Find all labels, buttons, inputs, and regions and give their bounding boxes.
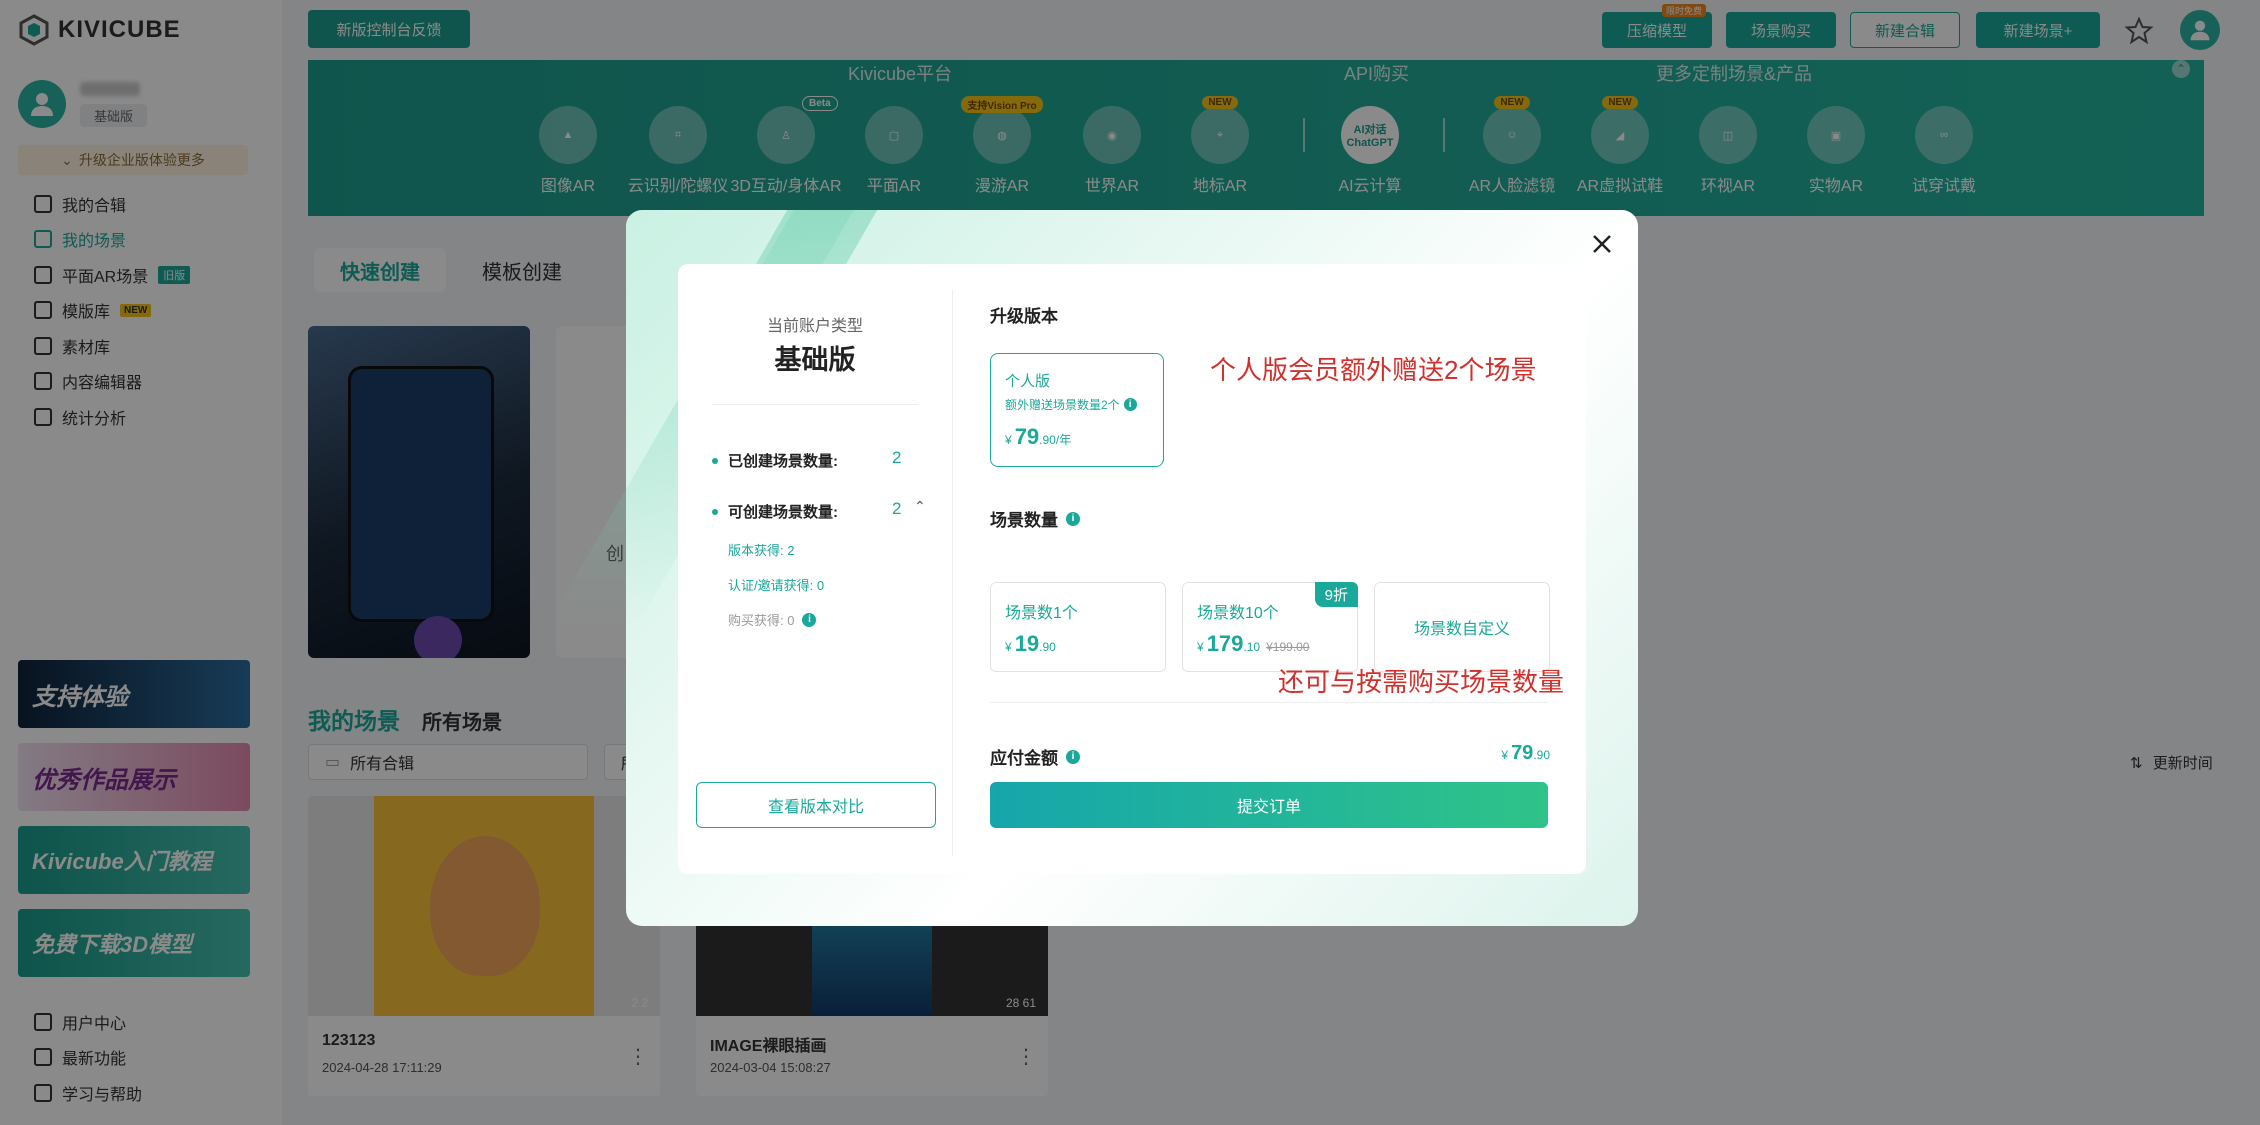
compare-versions-button[interactable]: 查看版本对比 [696,782,936,828]
plan-desc: 额外赠送场景数量2个 [1005,398,1120,412]
from-version: 版本获得: 2 [728,543,795,558]
heading-text: 场景数量 [990,511,1058,530]
close-icon[interactable] [1588,230,1616,258]
pay-label: 应付金额 [990,749,1058,768]
upgrade-heading: 升级版本 [990,302,1058,327]
pay-label-row: 应付金额 i [990,744,1080,769]
annotation-bottom: 还可与按需购买场景数量 [1278,667,1565,697]
price-main: 79 [1014,424,1040,449]
pay-total: ¥ 79 .90 [1501,742,1550,765]
compare-label: 查看版本对比 [767,799,864,816]
from-purchase: 购买获得: 0 [728,613,795,628]
qty-name: 场景数自定义 [1413,621,1510,638]
bullet-dot [712,508,718,515]
price-decimal: .90 [1039,640,1056,654]
stat-label: 已创建场景数量: [728,453,838,470]
qty-price: ¥ 179 .10 ¥199.00 [1197,631,1309,657]
available-scenes-value: 2 [892,499,902,518]
qty-name: 场景数1个 [1005,605,1078,622]
info-icon[interactable]: i [1066,749,1080,764]
price-decimal: .90/年 [1039,433,1072,447]
qty-price: ¥ 19 .90 [1005,631,1056,657]
price-decimal: .90 [1533,748,1550,762]
divider [952,290,953,856]
discount-badge: 9折 [1314,582,1358,607]
annotation-top: 个人版会员额外赠送2个场景 [1210,355,1537,385]
plan-name: 个人版 [1005,373,1051,390]
price-main: 179 [1206,631,1244,656]
plan-desc-row: 额外赠送场景数量2个 i [1005,396,1137,413]
price-main: 19 [1014,631,1040,656]
divider [712,404,918,405]
account-type-label: 当前账户类型 [766,318,863,335]
qty-name: 场景数10个 [1197,605,1279,622]
qty-option-custom[interactable]: 场景数自定义 [1374,582,1550,672]
submit-label: 提交订单 [1236,799,1301,816]
price-decimal: .10 [1243,640,1261,654]
from-invite: 认证/邀请获得: 0 [728,578,825,593]
bullet-dot [712,457,718,464]
currency: ¥ [1005,640,1012,654]
info-icon[interactable]: i [1066,511,1080,526]
available-scenes-stat: 可创建场景数量: [712,501,838,522]
price-main: 79 [1511,742,1534,764]
qty-heading: 场景数量 i [990,506,1080,531]
plan-personal[interactable]: 个人版 额外赠送场景数量2个 i ¥ 79 .90/年 [990,353,1164,467]
modal-panel: 当前账户类型 基础版 已创建场景数量: 2 可创建场景数量: 2 ⌃ 版本获得:… [678,264,1586,874]
currency: ¥ [1005,433,1012,447]
plan-price: ¥ 79 .90/年 [1005,424,1071,450]
submit-order-button[interactable]: 提交订单 [990,782,1548,828]
stat-label: 可创建场景数量: [728,504,838,521]
original-price: ¥199.00 [1266,640,1310,654]
upgrade-modal: 当前账户类型 基础版 已创建场景数量: 2 可创建场景数量: 2 ⌃ 版本获得:… [544,210,1638,926]
info-icon[interactable]: i [1123,398,1137,411]
heading-text: 升级版本 [990,307,1058,326]
qty-option-1[interactable]: 场景数1个 ¥ 19 .90 [990,582,1166,672]
divider [990,702,1548,703]
chevron-up-icon[interactable]: ⌃ [914,498,926,515]
qty-option-10[interactable]: 9折 场景数10个 ¥ 179 .10 ¥199.00 [1182,582,1358,672]
account-type: 基础版 [774,345,856,375]
from-purchase-row: 购买获得: 0 i [728,610,817,629]
currency: ¥ [1501,748,1509,762]
created-scenes-stat: 已创建场景数量: [712,450,838,471]
info-icon[interactable]: i [802,612,817,627]
created-scenes-value: 2 [892,448,902,467]
currency: ¥ [1197,640,1204,654]
